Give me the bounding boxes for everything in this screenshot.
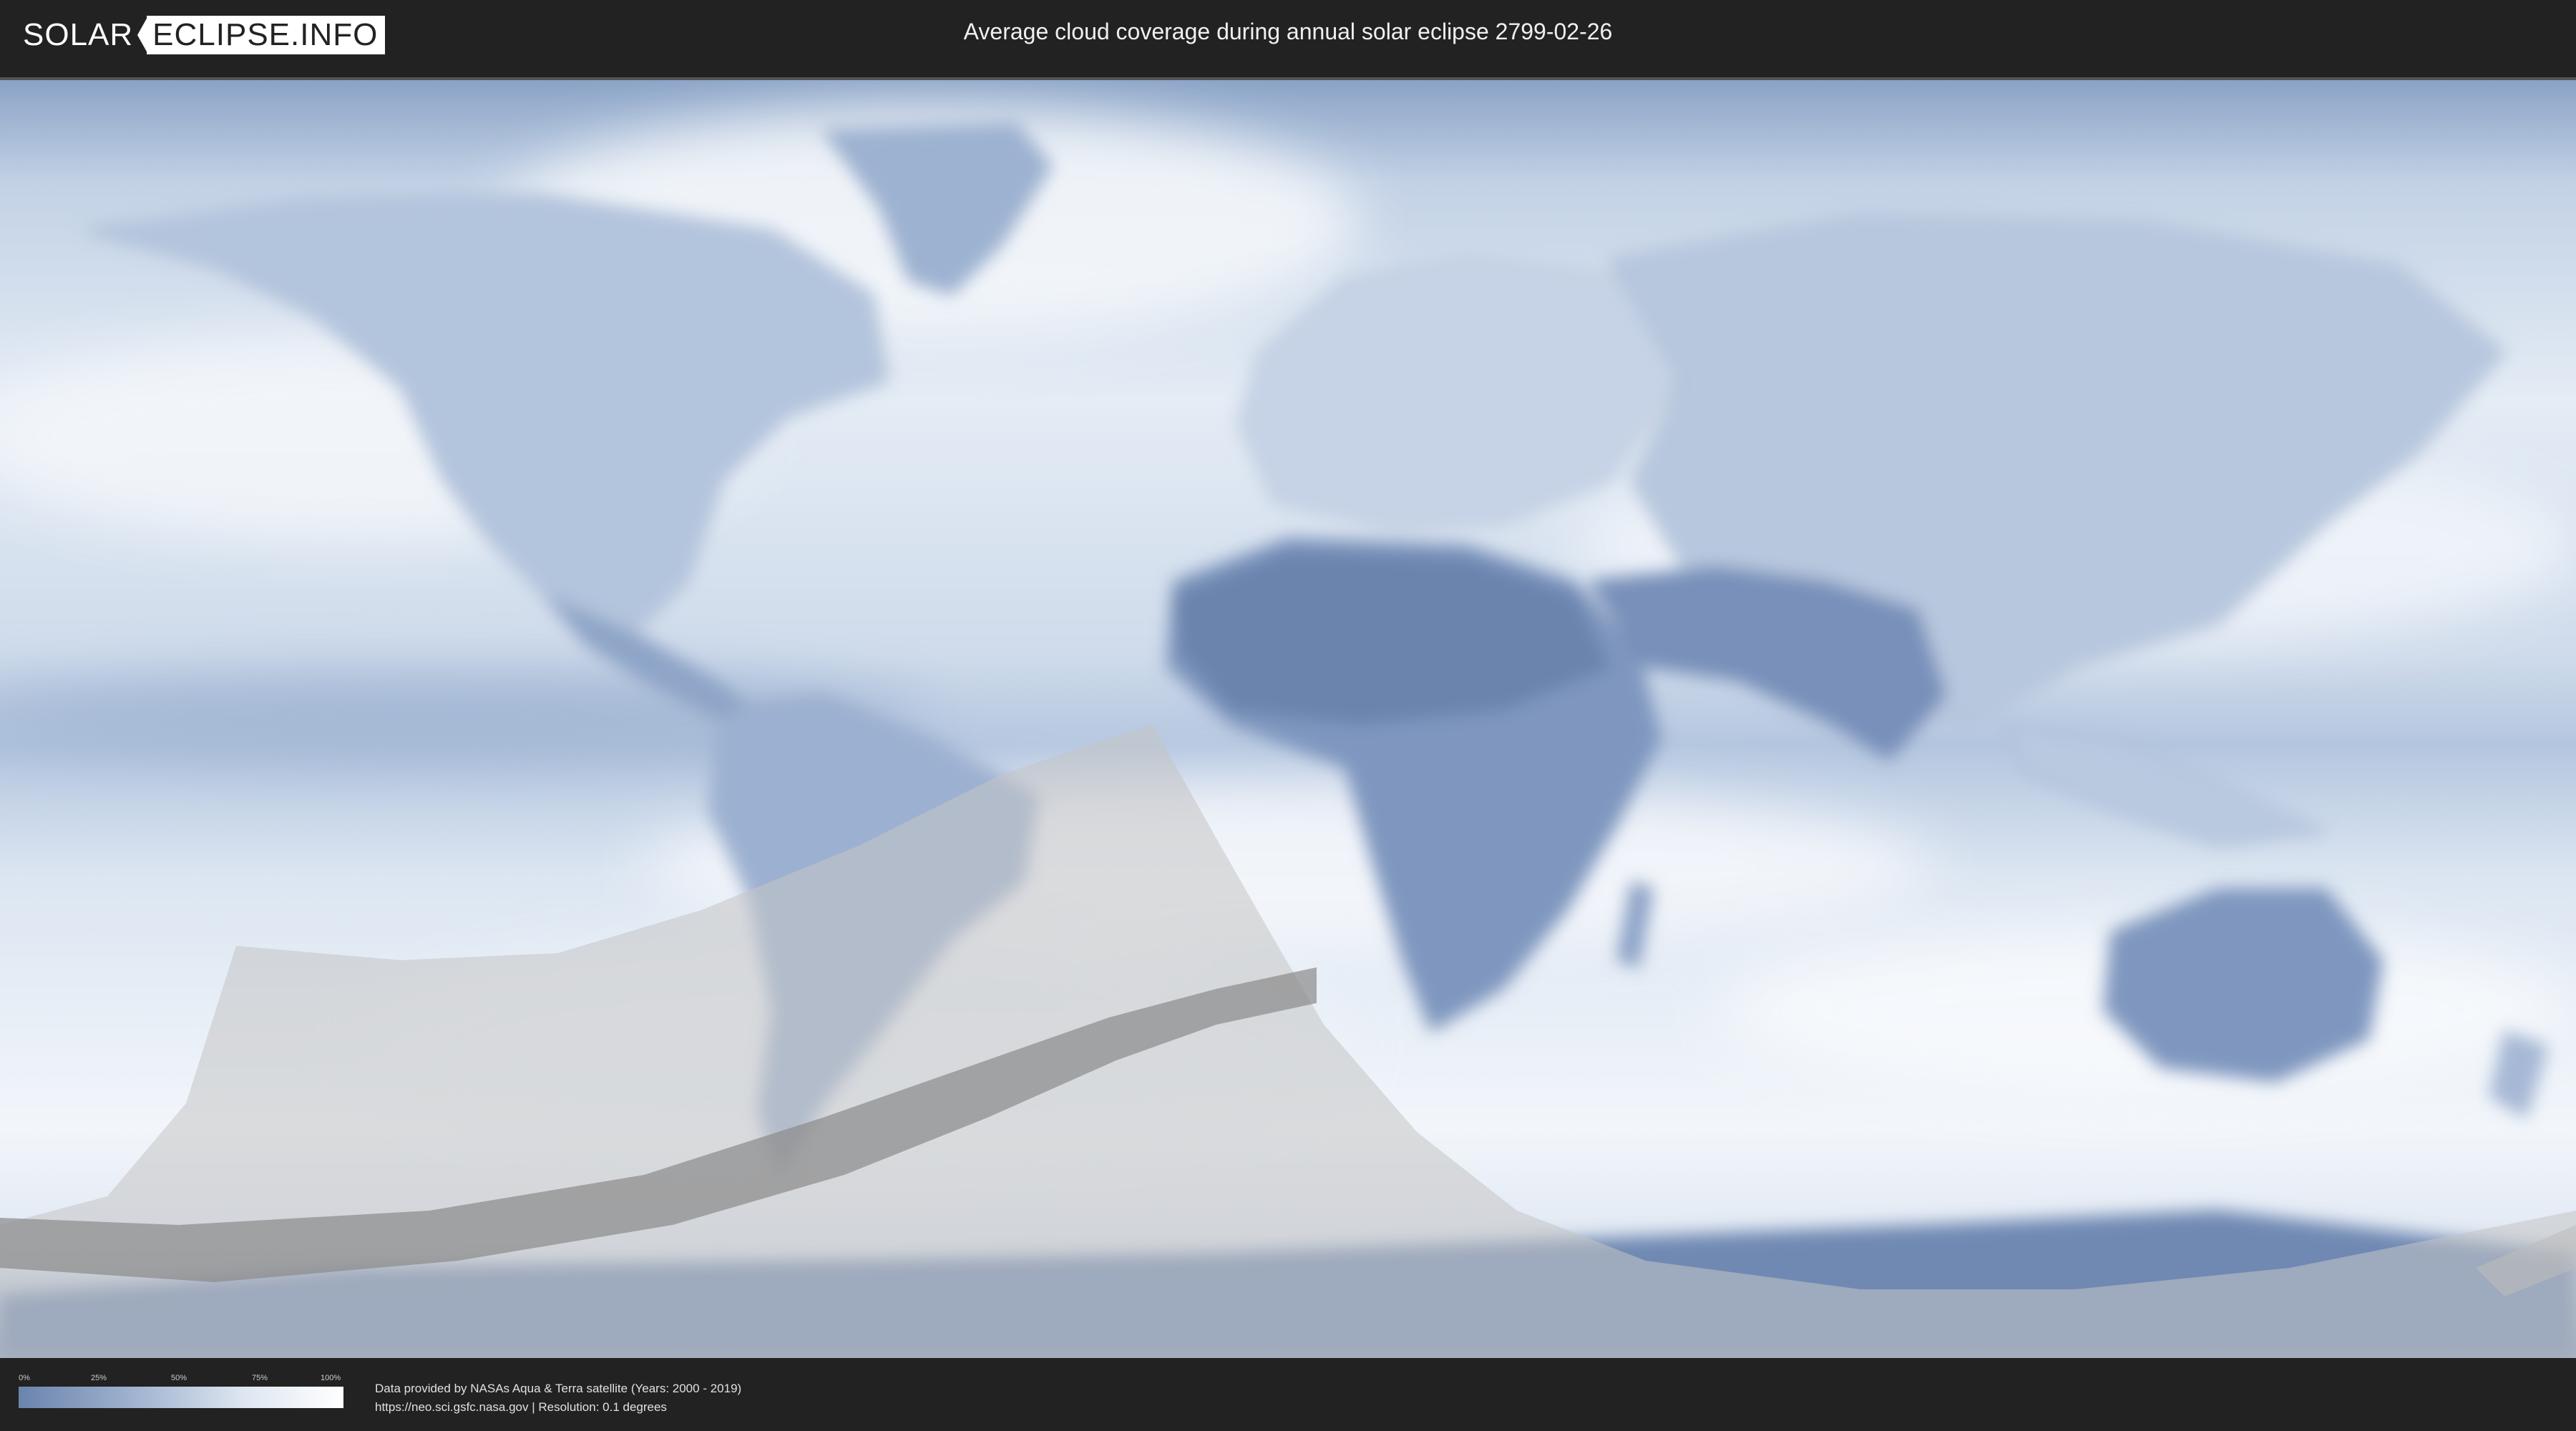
logo-notch-icon <box>137 17 148 53</box>
logo-text-eclipse-info: ECLIPSE.INFO <box>147 16 386 54</box>
legend-tick-25: 25% <box>91 1374 107 1382</box>
cloud-coverage-legend: 0% 25% 50% 75% 100% <box>19 1374 343 1408</box>
legend-tick-100: 100% <box>321 1374 341 1382</box>
legend-color-bar <box>19 1387 343 1408</box>
legend-ticks: 0% 25% 50% 75% 100% <box>19 1374 343 1387</box>
header-bar: SOLAR ECLIPSE.INFO Average cloud coverag… <box>0 0 2576 72</box>
app-window: SOLAR ECLIPSE.INFO Average cloud coverag… <box>0 0 2576 1431</box>
site-logo[interactable]: SOLAR ECLIPSE.INFO <box>23 16 386 54</box>
footer-bar: 0% 25% 50% 75% 100% Data provided by NAS… <box>0 1358 2576 1431</box>
credits-line-url[interactable]: https://neo.sci.gsfc.nasa.gov | Resoluti… <box>375 1398 741 1417</box>
logo-text-solar: SOLAR <box>23 17 134 52</box>
credits-line-source: Data provided by NASAs Aqua & Terra sate… <box>375 1382 742 1395</box>
data-credits: Data provided by NASAs Aqua & Terra sate… <box>375 1379 741 1417</box>
cloud-coverage-map[interactable] <box>0 77 2576 1358</box>
page-title: Average cloud coverage during annual sol… <box>963 19 1613 44</box>
legend-tick-0: 0% <box>19 1374 30 1382</box>
legend-tick-75: 75% <box>252 1374 268 1382</box>
legend-tick-50: 50% <box>171 1374 187 1382</box>
